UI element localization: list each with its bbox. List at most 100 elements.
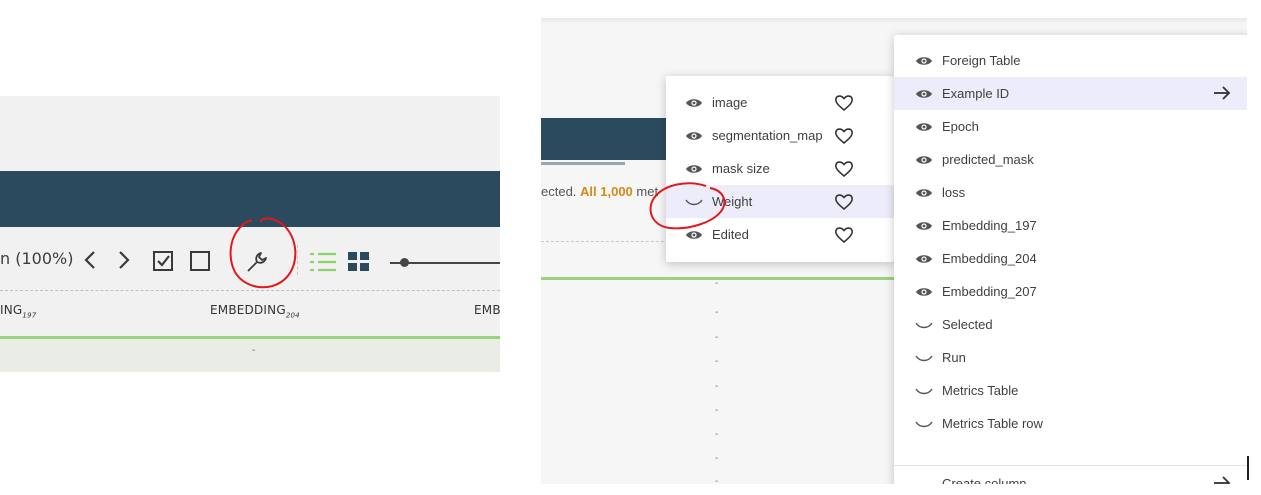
toolbar: n (100%) (0, 227, 500, 289)
chevron-right-icon[interactable] (116, 249, 132, 271)
column-label: EMBEDDING (210, 303, 286, 317)
eye-icon[interactable] (914, 219, 934, 233)
eye-closed-icon[interactable] (914, 351, 934, 365)
menu-item-image[interactable]: image (666, 86, 894, 119)
menu-item-loss[interactable]: loss (894, 176, 1247, 209)
menu-item-label: Metrics Table (942, 383, 1019, 398)
menu-item-label: Foreign Table (942, 53, 1021, 68)
menu-item-metrics-table-row[interactable]: Metrics Table row (894, 407, 1247, 440)
panel-top-edge (541, 18, 1247, 24)
grid-view-icon[interactable] (347, 251, 371, 273)
table-row[interactable] (0, 339, 500, 372)
arrow-right-icon[interactable] (1212, 475, 1232, 484)
eye-icon[interactable] (684, 129, 704, 143)
menu-item-segmentation-map[interactable]: segmentation_map (666, 119, 894, 152)
menu-item-edited[interactable]: Edited (666, 218, 894, 251)
menu-item-label: Metrics Table row (942, 416, 1043, 431)
eye-icon[interactable] (914, 285, 934, 299)
empty-cell-dash: - (252, 345, 256, 356)
menu-divider (894, 465, 1247, 466)
empty-cell-dash: - (715, 356, 719, 367)
menu-item-label: Run (942, 350, 966, 365)
eye-icon[interactable] (684, 96, 704, 110)
menu-item-embedding-197[interactable]: Embedding_197 (894, 209, 1247, 242)
select-all-link[interactable]: All 1,000 (580, 184, 633, 199)
empty-cell-dash: - (715, 453, 719, 464)
column-header-embedding-207[interactable]: EMB (474, 303, 500, 317)
left-screenshot-panel: n (100%) ING197 EMBEDDING204 EMB - (0, 96, 500, 372)
menu-item-epoch[interactable]: Epoch (894, 110, 1247, 143)
eye-closed-icon[interactable] (914, 318, 934, 332)
menu-item-label: Selected (942, 317, 993, 332)
menu-item-label: Create column (942, 476, 1027, 484)
heart-icon[interactable] (834, 93, 854, 113)
menu-item-example-id[interactable]: Example ID (894, 77, 1247, 110)
empty-cell-dash: - (715, 405, 719, 416)
add-column-menu: Foreign Table Example ID Epoch predicted… (894, 35, 1247, 484)
toolbar-divider (297, 245, 298, 275)
header-bar (0, 171, 500, 227)
selection-suffix: met (632, 184, 659, 199)
eye-icon[interactable] (684, 162, 704, 176)
eye-icon[interactable] (914, 186, 934, 200)
checkbox-empty-icon[interactable] (189, 250, 211, 272)
chevron-left-icon[interactable] (82, 249, 98, 271)
dotted-divider (0, 290, 500, 291)
heart-icon[interactable] (834, 126, 854, 146)
heart-icon[interactable] (834, 159, 854, 179)
column-label: EMB (474, 303, 500, 317)
menu-item-label: mask size (712, 161, 770, 176)
menu-item-label: Embedding_207 (942, 284, 1037, 299)
menu-item-label: image (712, 95, 748, 110)
eye-icon[interactable] (914, 120, 934, 134)
checkbox-checked-icon[interactable] (152, 250, 174, 272)
empty-cell-dash: - (715, 278, 719, 289)
heart-icon[interactable] (834, 192, 854, 212)
size-slider-handle[interactable] (400, 258, 409, 267)
empty-cell-dash: - (715, 429, 719, 440)
eye-closed-icon[interactable] (684, 195, 704, 209)
empty-cell-dash: - (715, 307, 719, 318)
empty-cell-dash: - (715, 381, 719, 392)
eye-icon[interactable] (914, 54, 934, 68)
menu-item-label: Embedding_204 (942, 251, 1037, 266)
menu-item-embedding-207[interactable]: Embedding_207 (894, 275, 1247, 308)
eye-icon[interactable] (914, 252, 934, 266)
column-header-embedding-197[interactable]: ING197 (0, 303, 36, 319)
menu-item-predicted-mask[interactable]: predicted_mask (894, 143, 1247, 176)
create-column-item[interactable]: Create column (894, 467, 1247, 484)
column-subscript: 197 (22, 311, 37, 320)
menu-item-metrics-table[interactable]: Metrics Table (894, 374, 1247, 407)
menu-item-label: loss (942, 185, 966, 200)
column-header-embedding-204[interactable]: EMBEDDING204 (210, 303, 300, 319)
menu-item-label: Embedding_197 (942, 218, 1037, 233)
menu-item-selected[interactable]: Selected (894, 308, 1247, 341)
eye-icon[interactable] (914, 87, 934, 101)
menu-item-label: segmentation_map (712, 128, 823, 143)
selection-prefix: ected. (541, 184, 581, 199)
list-view-icon[interactable] (308, 251, 338, 273)
wrench-icon[interactable] (243, 249, 271, 275)
eye-icon[interactable] (684, 228, 704, 242)
menu-item-label: Epoch (942, 119, 979, 134)
right-screenshot-panel: ected. All 1,000 met - - - - - - - - - i… (541, 18, 1247, 484)
selection-status-text: ected. All 1,000 met (541, 184, 658, 199)
menu-item-foreign-table[interactable]: Foreign Table (894, 44, 1247, 77)
eye-icon[interactable] (914, 153, 934, 167)
menu-item-mask-size[interactable]: mask size (666, 152, 894, 185)
menu-item-run[interactable]: Run (894, 341, 1247, 374)
column-label: ING (0, 303, 23, 317)
menu-item-label: Edited (712, 227, 749, 242)
heart-icon[interactable] (834, 225, 854, 245)
empty-cell-dash: - (715, 476, 719, 484)
column-visibility-menu: image segmentation_map mask size Weight … (666, 76, 894, 262)
eye-closed-icon[interactable] (914, 417, 934, 431)
menu-item-weight[interactable]: Weight (666, 185, 894, 218)
column-subscript: 204 (285, 311, 300, 320)
menu-item-label: Example ID (942, 86, 1010, 101)
arrow-right-icon[interactable] (1212, 85, 1232, 101)
empty-cell-dash: - (715, 332, 719, 343)
header-progress-underline (541, 162, 625, 165)
eye-closed-icon[interactable] (914, 384, 934, 398)
menu-item-embedding-204[interactable]: Embedding_204 (894, 242, 1247, 275)
